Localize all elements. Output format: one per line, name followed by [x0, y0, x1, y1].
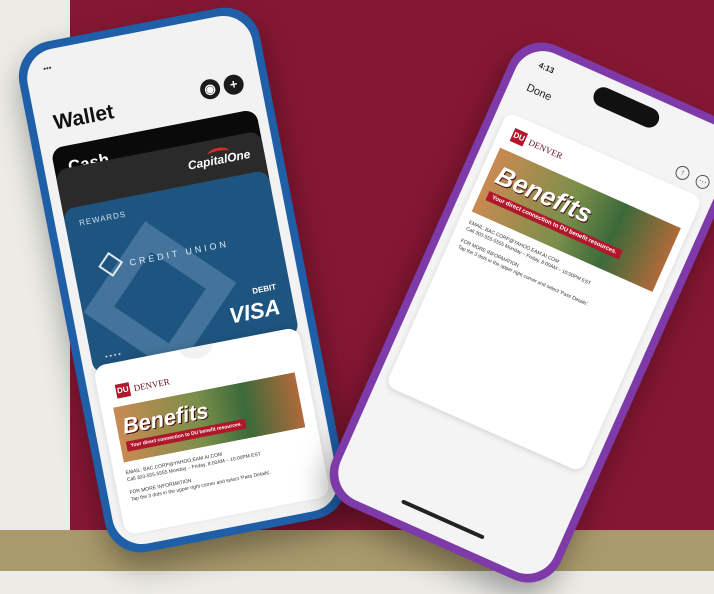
university-label: DENVER [526, 137, 565, 162]
card-number-dots: •••• [104, 350, 124, 362]
add-card-button[interactable]: + [221, 72, 246, 97]
share-icon[interactable]: ↑ [673, 163, 692, 183]
status-bar-left: ••• [42, 63, 53, 74]
scan-button[interactable]: ◉ [198, 77, 222, 101]
more-options-icon[interactable]: ⋯ [693, 172, 712, 192]
university-label: DENVER [132, 376, 171, 394]
rewards-label: REWARDS [78, 209, 127, 228]
du-logo: DU DENVER [114, 374, 171, 399]
wallet-title: Wallet [51, 100, 116, 135]
status-time: 4:13 [537, 60, 556, 76]
du-logo-icon: DU [114, 382, 132, 399]
visa-logo: VISA [227, 294, 283, 329]
done-button[interactable]: Done [524, 82, 553, 104]
du-logo-icon: DU [509, 128, 529, 147]
debit-label: DEBIT [251, 282, 277, 296]
